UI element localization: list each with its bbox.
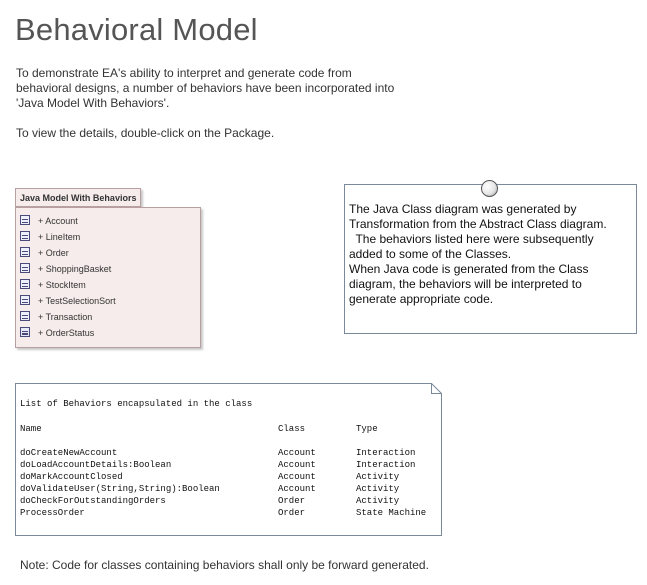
behavior-name: ProcessOrder — [20, 508, 85, 518]
behavior-class: Order — [278, 508, 306, 518]
note-text-line: The behaviors listed here were subsequen… — [349, 232, 594, 246]
package-item-label: + LineItem — [38, 232, 81, 242]
behavior-type: Interaction — [356, 460, 416, 470]
behavior-name: doValidateUser(String,String):Boolean — [20, 484, 220, 494]
note-text-line: Transformation from the Abstract Class d… — [349, 217, 607, 231]
note-text-line: added to some of the Classes. — [349, 247, 512, 261]
note-text-line: generate appropriate code. — [349, 292, 494, 306]
class-icon — [20, 263, 30, 273]
behavior-name: doCreateNewAccount — [20, 448, 118, 458]
behavior-type: Activity — [356, 484, 400, 494]
intro-text-line: To demonstrate EA's ability to interpret… — [16, 66, 352, 80]
package-item-label: + Account — [38, 216, 78, 226]
class-icon — [20, 231, 30, 241]
note-text-line: When Java code is generated from the Cla… — [349, 262, 589, 276]
class-icon — [20, 215, 30, 225]
package-item-label: + OrderStatus — [38, 328, 95, 338]
package-item-label: + Transaction — [38, 312, 93, 322]
package-item-label: + TestSelectionSort — [38, 296, 116, 306]
class-icon — [20, 311, 30, 321]
behavior-type: Activity — [356, 472, 400, 482]
behavior-type: State Machine — [356, 508, 427, 518]
behaviors-list-title: List of Behaviors encapsulated in the cl… — [20, 399, 253, 409]
column-header-name: Name — [20, 424, 42, 434]
intro-text-line: behavioral designs, a number of behavior… — [16, 81, 395, 95]
behavior-class: Order — [278, 496, 306, 506]
column-header-type: Type — [356, 424, 378, 434]
note-text-line: The Java Class diagram was generated by — [349, 202, 577, 216]
package-item-label: + Order — [38, 248, 69, 258]
behavior-name: doMarkAccountClosed — [20, 472, 123, 482]
behavior-class: Account — [278, 472, 316, 482]
behavior-class: Account — [278, 460, 316, 470]
package-body[interactable]: + Account + LineItem + Order + ShoppingB… — [15, 207, 201, 348]
note-text-line: diagram, the behaviors will be interpret… — [349, 277, 582, 291]
note-link-circle-icon — [481, 180, 498, 197]
class-icon — [20, 295, 30, 305]
enumeration-icon — [20, 327, 30, 337]
column-header-class: Class — [278, 424, 306, 434]
behavior-name: doCheckForOutstandingOrders — [20, 496, 166, 506]
behavior-name: doLoadAccountDetails:Boolean — [20, 460, 172, 470]
intro-instruction: To view the details, double-click on the… — [16, 126, 275, 140]
package-item-label: + ShoppingBasket — [38, 264, 112, 274]
intro-text-line: 'Java Model With Behaviors'. — [16, 96, 170, 110]
footnote: Note: Code for classes containing behavi… — [20, 558, 429, 572]
package-tab[interactable]: Java Model With Behaviors — [15, 188, 141, 207]
behavior-class: Account — [278, 484, 316, 494]
package-item-label: + StockItem — [38, 280, 86, 290]
behavior-type: Interaction — [356, 448, 416, 458]
page-title: Behavioral Model — [15, 12, 258, 47]
class-icon — [20, 247, 30, 257]
behavior-type: Activity — [356, 496, 400, 506]
behavior-class: Account — [278, 448, 316, 458]
class-icon — [20, 279, 30, 289]
